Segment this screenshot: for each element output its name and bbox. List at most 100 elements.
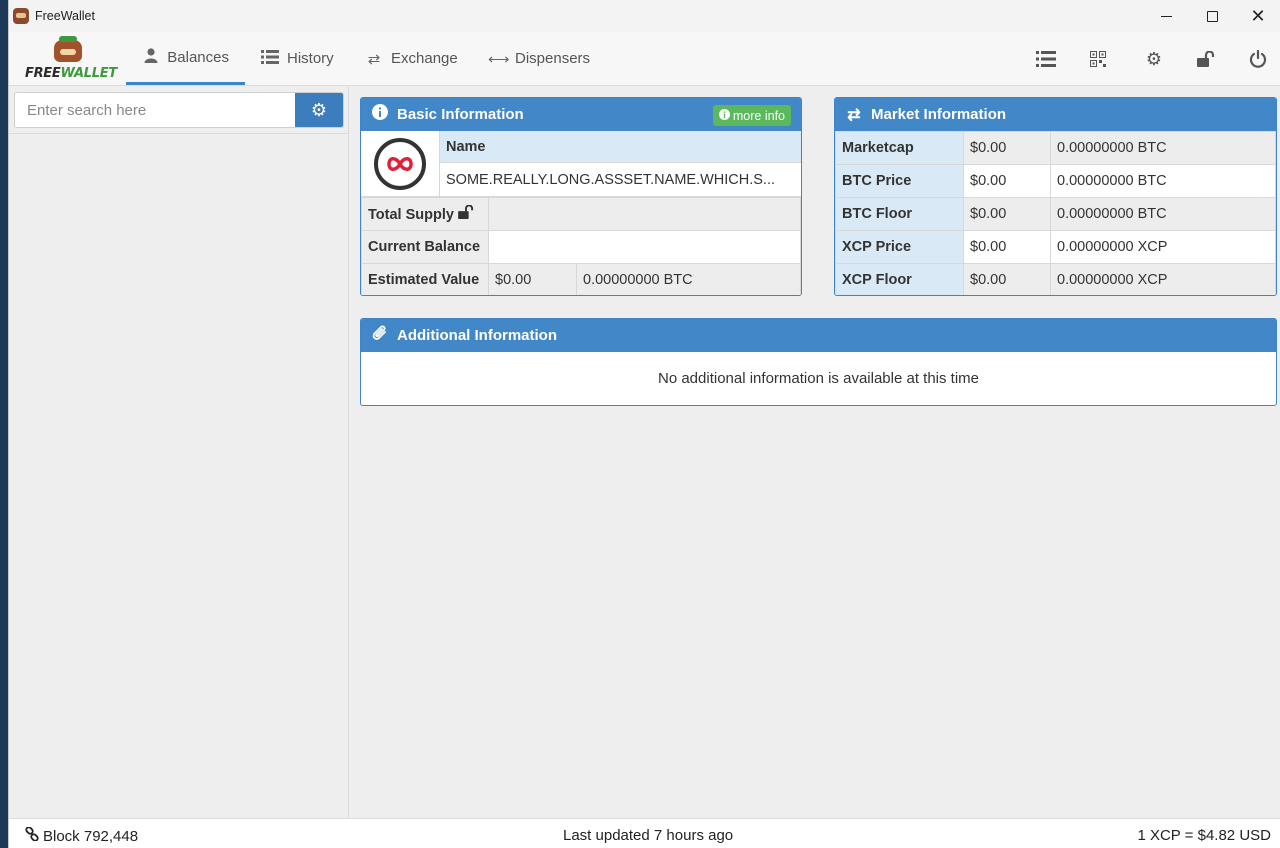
market-row-usd: $0.00 — [963, 197, 1051, 231]
estimated-value-label: Estimated Value — [361, 263, 489, 295]
unlock-icon[interactable] — [1193, 46, 1219, 72]
search-bar: ⚙ — [14, 92, 344, 128]
main-navbar: FREEWALLET Balances History ⇄ Exchange ⟷… — [9, 32, 1280, 86]
status-bar: Block 792,448 Last updated 7 hours ago 1… — [9, 818, 1280, 848]
logo-text-free: FREE — [25, 66, 61, 81]
basic-information-title: Basic Information — [397, 106, 524, 123]
market-row-label: BTC Price — [835, 164, 964, 198]
market-information-panel: ⇄ Market Information Marketcap $0.00 0.0… — [834, 97, 1277, 296]
tab-dispensers-label: Dispensers — [515, 50, 591, 67]
block-height[interactable]: Block 792,448 — [25, 826, 139, 845]
tab-balances[interactable]: Balances — [126, 32, 245, 85]
tab-exchange-label: Exchange — [391, 50, 458, 67]
power-icon[interactable] — [1245, 46, 1271, 72]
market-row-amount: 0.00000000 BTC — [1050, 197, 1276, 231]
link-icon — [25, 826, 39, 845]
minimize-button[interactable] — [1143, 0, 1189, 32]
asset-name-column: Name SOME.REALLY.LONG.ASSSET.NAME.WHICH.… — [440, 131, 801, 196]
paperclip-icon — [371, 325, 389, 347]
estimated-value-row: Estimated Value $0.00 0.00000000 BTC — [361, 263, 801, 295]
left-right-arrow-icon: ⟷ — [488, 50, 510, 68]
total-supply-row: Total Supply — [361, 197, 801, 231]
total-supply-label: Total Supply — [368, 207, 454, 223]
minimize-icon — [1160, 15, 1172, 17]
market-row-amount: 0.00000000 XCP — [1050, 263, 1276, 295]
balances-sidebar: ⚙ — [9, 87, 349, 818]
block-height-label: Block 792,448 — [43, 827, 139, 845]
market-row: BTC Floor $0.00 0.00000000 BTC — [835, 197, 1276, 231]
user-icon — [142, 47, 160, 67]
market-row: XCP Price $0.00 0.00000000 XCP — [835, 230, 1276, 264]
asset-logo-icon[interactable] — [374, 137, 426, 190]
market-row-usd: $0.00 — [963, 131, 1051, 165]
tab-balances-label: Balances — [167, 48, 229, 66]
list-icon[interactable] — [1033, 46, 1059, 72]
market-row-label: Marketcap — [835, 131, 964, 165]
unlock-icon — [458, 204, 474, 223]
market-row-label: XCP Floor — [835, 263, 964, 295]
app-window: FreeWallet ✕ FREEWALLET Balances History… — [8, 0, 1280, 848]
market-info-table: Marketcap $0.00 0.00000000 BTC BTC Price… — [835, 131, 1276, 295]
more-info-button[interactable]: more info — [712, 105, 791, 126]
logo-text: FREEWALLET — [25, 66, 117, 81]
sidebar-divider — [9, 133, 349, 134]
tab-exchange[interactable]: ⇄ Exchange — [348, 32, 474, 85]
asset-logo-cell — [361, 131, 440, 196]
search-settings-button[interactable]: ⚙ — [295, 93, 343, 127]
basic-information-header: Basic Information more info — [361, 98, 801, 131]
market-row-usd: $0.00 — [963, 164, 1051, 198]
estimated-value-btc: 0.00000000 BTC — [576, 263, 801, 295]
exchange-arrows-icon: ⇄ — [847, 106, 861, 124]
exchange-arrows-icon: ⇄ — [367, 50, 381, 68]
current-balance-label: Current Balance — [361, 230, 489, 264]
market-row-label: XCP Price — [835, 230, 964, 264]
market-row-usd: $0.00 — [963, 263, 1051, 295]
freewallet-app-icon — [13, 8, 29, 24]
additional-information-title: Additional Information — [397, 327, 557, 344]
market-row: XCP Floor $0.00 0.00000000 XCP — [835, 263, 1276, 295]
gear-icon: ⚙ — [310, 99, 328, 120]
freewallet-logo[interactable]: FREEWALLET — [25, 36, 117, 82]
current-balance-value — [488, 230, 801, 264]
maximize-icon — [1206, 10, 1218, 22]
market-row-amount: 0.00000000 XCP — [1050, 230, 1276, 264]
close-icon: ✕ — [1250, 6, 1266, 26]
qr-code-icon[interactable] — [1085, 46, 1111, 72]
additional-information-message: No additional information is available a… — [658, 370, 979, 387]
search-input[interactable] — [15, 93, 295, 127]
total-supply-value — [488, 197, 801, 231]
logo-mascot-icon — [54, 36, 82, 62]
last-updated: Last updated 7 hours ago — [563, 827, 734, 844]
market-row: Marketcap $0.00 0.00000000 BTC — [835, 131, 1276, 165]
total-supply-label-cell: Total Supply — [361, 197, 489, 231]
maximize-button[interactable] — [1189, 0, 1235, 32]
tab-dispensers[interactable]: ⟷ Dispensers — [472, 32, 606, 85]
market-information-title: Market Information — [871, 106, 1007, 123]
basic-info-table: Total Supply Current Balance Estimated V… — [361, 197, 801, 295]
asset-name-row: Name SOME.REALLY.LONG.ASSSET.NAME.WHICH.… — [361, 131, 801, 197]
tab-history[interactable]: History — [244, 32, 350, 85]
market-information-header: ⇄ Market Information — [835, 98, 1276, 131]
asset-name-value: SOME.REALLY.LONG.ASSSET.NAME.WHICH.S... — [446, 171, 776, 188]
gears-icon[interactable]: ⚙ — [1141, 46, 1167, 72]
window-title: FreeWallet — [35, 9, 95, 23]
estimated-value-usd: $0.00 — [488, 263, 577, 295]
title-bar: FreeWallet ✕ — [9, 0, 1280, 32]
xcp-price-rate: 1 XCP = $4.82 USD — [1137, 827, 1271, 844]
name-label: Name — [440, 131, 801, 163]
info-circle-icon — [371, 104, 389, 125]
basic-information-panel: Basic Information more info Name SOME.RE… — [360, 97, 802, 296]
tab-history-label: History — [287, 50, 334, 67]
list-icon — [260, 49, 280, 68]
current-balance-row: Current Balance — [361, 230, 801, 264]
close-window-button[interactable]: ✕ — [1235, 0, 1280, 32]
market-row: BTC Price $0.00 0.00000000 BTC — [835, 164, 1276, 198]
market-row-label: BTC Floor — [835, 197, 964, 231]
market-row-usd: $0.00 — [963, 230, 1051, 264]
additional-information-header: Additional Information — [361, 319, 1276, 352]
logo-text-wallet: WALLET — [60, 66, 117, 81]
info-icon — [718, 108, 730, 123]
additional-information-panel: Additional Information No additional inf… — [360, 318, 1277, 406]
more-info-label: more info — [732, 108, 785, 123]
market-row-amount: 0.00000000 BTC — [1050, 131, 1276, 165]
